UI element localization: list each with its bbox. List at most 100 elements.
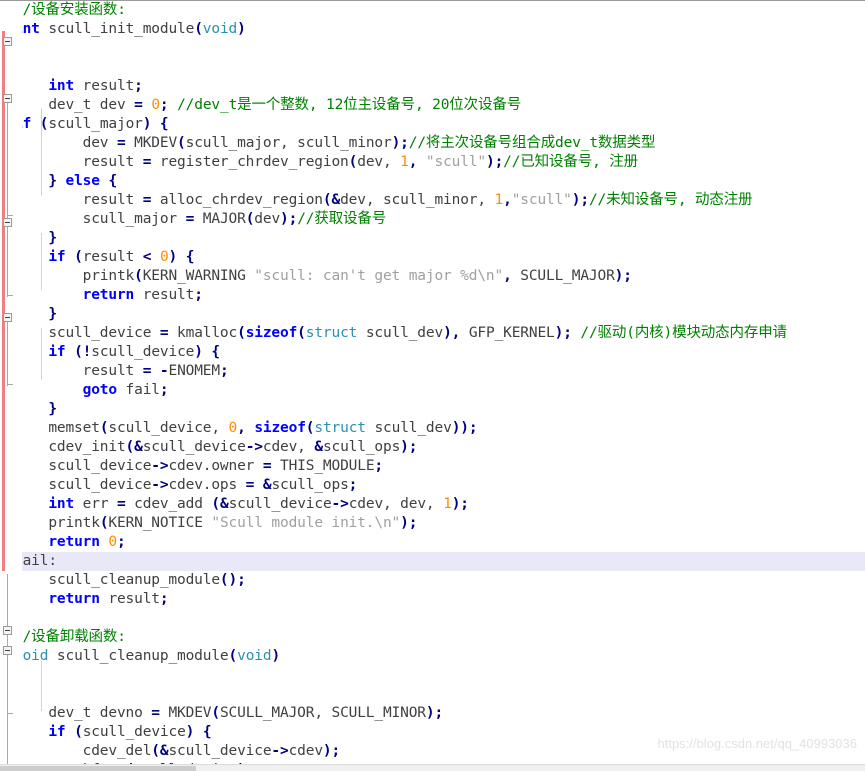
horizontal-scrollbar-thumb[interactable] [0,766,196,771]
code-line[interactable]: dev_t dev = 0; //dev_t是一个整数, 12位主设备号, 20… [0,96,865,115]
code-token-ident: cdev.ops [168,477,246,493]
code-line[interactable]: memset(scull_device, 0, sizeof(struct sc… [0,419,865,438]
code-token-ident: result [14,363,143,379]
code-token-ident: scull_device [14,477,152,493]
code-line[interactable]: printk(KERN_WARNING "scull: can't get ma… [0,267,865,286]
code-line[interactable]: scull_cleanup_module(); [0,571,865,590]
code-line[interactable]: if (result < 0) { [0,248,865,267]
code-token-ident: cdev_del [14,743,152,759]
code-line[interactable]: void scull_cleanup_module(void) [0,647,865,666]
fold-if-result-lt-zero[interactable] [3,218,12,227]
code-line[interactable]: if (scull_device) { [0,723,865,742]
code-line[interactable]: //设备卸载函数: [0,628,865,647]
code-token-ident: scull_device [14,458,152,474]
fold-if-scull-device[interactable] [3,646,12,655]
code-token-punct: -> [331,496,349,512]
fold-if-not-scull-device[interactable] [3,313,12,322]
code-token-ident: THIS_MODULE [271,458,375,474]
code-line[interactable]: goto fail; [0,381,865,400]
code-token-ident: fail [116,382,160,398]
code-token-punct: ); [554,325,572,341]
code-token-ident [151,363,160,379]
code-line[interactable]: cdev_init(&scull_device->cdev, &scull_op… [0,438,865,457]
code-token-ident: scull_device [14,325,160,341]
code-token-red: } [14,610,23,626]
code-token-comment: //获取设备号 [297,211,387,227]
code-line[interactable]: return 0; [0,533,865,552]
code-line[interactable]: return result; [0,590,865,609]
code-line[interactable]: } [0,609,865,628]
code-surface[interactable]: //设备安装函数: int scull_init_module(void){ in… [0,1,865,771]
code-token-punct: ) [237,21,246,37]
code-line[interactable]: } else { [0,172,865,191]
code-line[interactable]: scull_device->cdev.ops = &scull_ops; [0,476,865,495]
code-token-punct: } [48,230,57,246]
code-token-num: 1 [443,496,452,512]
code-line[interactable]: int err = cdev_add (&scull_device->cdev,… [0,495,865,514]
code-line[interactable]: dev_t devno = MKDEV(SCULL_MAJOR, SCULL_M… [0,704,865,723]
code-token-ident [66,344,75,360]
code-token-ident: register_chrdev_region [151,154,349,170]
code-token-ident: result [99,591,160,607]
code-token-punct: = [116,135,126,151]
code-token-ident [14,382,83,398]
code-token-num: 1 [400,154,409,170]
code-token-ident [14,306,48,322]
code-line[interactable]: dev = MKDEV(scull_major, scull_minor);//… [0,134,865,153]
code-line[interactable]: fail: [0,552,865,571]
code-token-punct: = [185,211,195,227]
code-line[interactable]: result = register_chrdev_region(dev, 1, … [0,153,865,172]
code-token-punct: ) [271,648,281,664]
code-token-punct: } [48,401,57,417]
code-line[interactable]: } [0,400,865,419]
fold-guide-line [7,322,8,386]
code-line[interactable] [0,685,865,704]
code-token-ident: scull_device, [108,420,229,436]
fold-init-module-body[interactable] [3,37,12,46]
code-token-punct: ; [348,477,358,493]
code-line[interactable]: { [0,666,865,685]
code-line[interactable]: } [0,305,865,324]
code-line[interactable]: cdev_del(&scull_device->cdev); [0,742,865,761]
code-token-ident: cdev [288,743,323,759]
code-line[interactable]: if (scull_major) { [0,115,865,134]
code-token-string: "scull" [425,154,486,170]
code-token-ident: scull_device [228,496,332,512]
code-line[interactable]: int scull_init_module(void) [0,20,865,39]
code-line[interactable]: } [0,229,865,248]
code-line[interactable]: scull_major = MAJOR(dev);//获取设备号 [0,210,865,229]
code-line[interactable]: result = -ENOMEM; [0,362,865,381]
code-token-punct: { [108,173,118,189]
code-line[interactable]: scull_device = kmalloc(sizeof(struct scu… [0,324,865,343]
code-token-type: void [14,648,49,664]
code-token-punct: ( [134,268,143,284]
fold-guide-line [7,227,8,297]
code-line[interactable] [0,58,865,77]
code-line[interactable]: result = alloc_chrdev_region(&dev, scull… [0,191,865,210]
fold-if-scull-major[interactable] [3,94,12,103]
horizontal-scrollbar[interactable] [0,764,865,771]
code-editor[interactable]: //设备安装函数: int scull_init_module(void){ in… [0,0,865,771]
code-token-punct: ), [443,325,461,341]
code-token-ident: GFP_KERNEL [460,325,555,341]
code-line[interactable]: if (!scull_device) { [0,343,865,362]
code-token-ident: result [134,287,195,303]
code-line[interactable]: int result; [0,77,865,96]
fold-cleanup-module-body[interactable] [3,626,12,635]
code-token-punct: ); [571,192,589,208]
code-token-ident [66,249,75,265]
code-line[interactable]: scull_device->cdev.owner = THIS_MODULE; [0,457,865,476]
code-line[interactable]: printk(KERN_NOTICE "Scull module init.\n… [0,514,865,533]
code-token-punct: ; [159,382,169,398]
code-line[interactable]: { [0,39,865,58]
code-token-string: "Scull module init.\n" [211,515,401,531]
code-token-kw: if [14,116,32,132]
code-token-punct: ); [400,439,418,455]
code-token-ident: dev [254,211,281,227]
code-line[interactable]: return result; [0,286,865,305]
code-token-red: { [14,40,23,56]
code-token-punct: = [134,97,143,113]
code-line[interactable]: //设备安装函数: [0,1,865,20]
code-token-num: 0 [151,97,160,113]
code-token-punct: ); [451,496,469,512]
